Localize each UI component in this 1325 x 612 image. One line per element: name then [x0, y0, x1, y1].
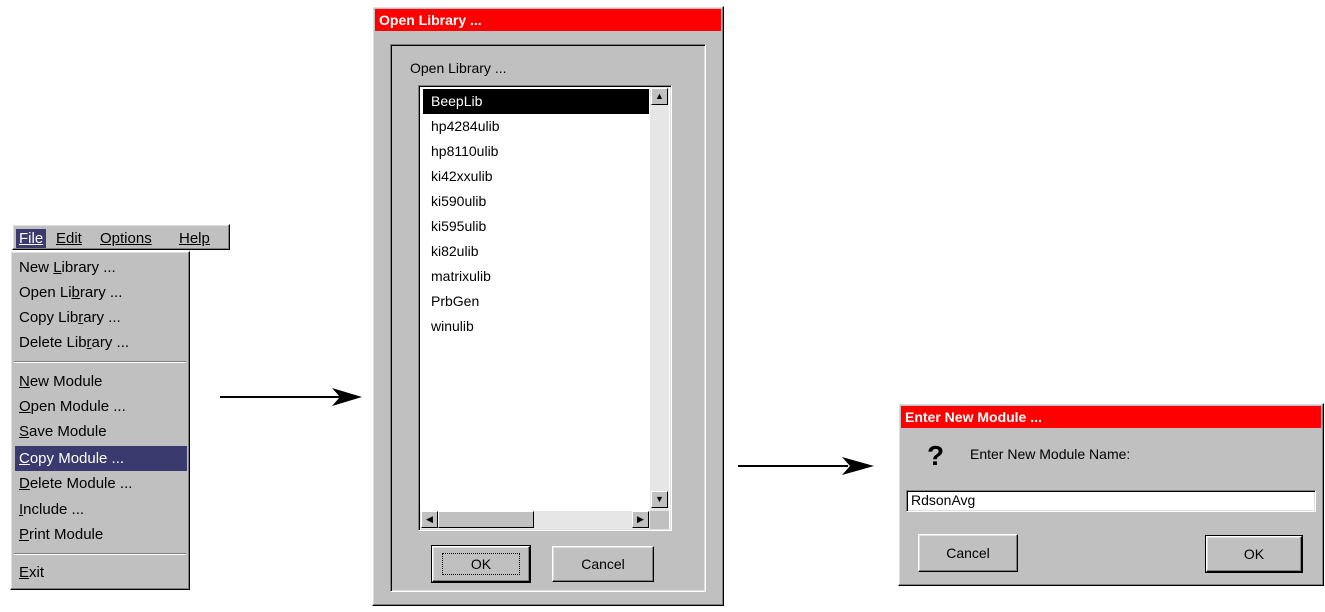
list-item[interactable]: matrixulib — [423, 264, 649, 289]
vertical-scrollbar[interactable] — [650, 87, 669, 511]
list-item[interactable]: hp4284ulib — [423, 114, 649, 139]
menu-item-new-module[interactable]: New Module — [15, 369, 187, 394]
module-name-input[interactable]: RdsonAvg — [906, 490, 1316, 512]
menu-item-copy-module[interactable]: Copy Module ... — [15, 446, 187, 471]
library-list[interactable]: BeepLib hp4284ulib hp8110ulib ki42xxulib… — [418, 85, 672, 531]
file-menu-dropdown: New Library ... Open Library ... Copy Li… — [10, 251, 190, 590]
arrow-right-icon — [332, 388, 362, 406]
menu-item-open-module[interactable]: Open Module ... — [15, 394, 187, 419]
dialog-title-bar: Enter New Module ... — [901, 406, 1321, 428]
cancel-button[interactable]: Cancel — [918, 534, 1018, 572]
menu-item-include[interactable]: Include ... — [15, 497, 187, 522]
list-item[interactable]: hp8110ulib — [423, 139, 649, 164]
scroll-corner — [650, 511, 669, 529]
ok-button-label: OK — [441, 553, 521, 575]
menu-item-save-module[interactable]: Save Module — [15, 419, 187, 444]
menu-item-print-module[interactable]: Print Module — [15, 522, 187, 547]
menu-file[interactable]: File — [16, 229, 47, 248]
module-name-prompt: Enter New Module Name: — [970, 446, 1131, 462]
question-icon: ? — [927, 440, 945, 471]
scroll-right-icon[interactable]: ▶ — [632, 511, 649, 528]
menu-edit[interactable]: Edit — [53, 229, 85, 248]
ok-button[interactable]: OK — [431, 545, 531, 583]
menu-item-new-library[interactable]: New Library ... — [15, 255, 187, 280]
menu-help-label: Help — [179, 230, 210, 247]
list-item[interactable]: ki82ulib — [423, 239, 649, 264]
menu-item-copy-library[interactable]: Copy Library ... — [15, 305, 187, 330]
menu-bar: File Edit Options Help — [12, 224, 230, 250]
cancel-button[interactable]: Cancel — [552, 546, 654, 582]
flow-arrow-line — [220, 396, 340, 398]
menu-item-open-library[interactable]: Open Library ... — [15, 280, 187, 305]
list-item[interactable]: ki590ulib — [423, 189, 649, 214]
menu-edit-label: Edit — [56, 230, 82, 247]
arrow-right-icon — [842, 457, 874, 475]
list-item[interactable]: BeepLib — [423, 89, 649, 114]
scroll-down-icon[interactable]: ▼ — [651, 491, 668, 508]
list-item[interactable]: PrbGen — [423, 289, 649, 314]
menu-item-delete-library[interactable]: Delete Library ... — [15, 330, 187, 355]
open-library-label: Open Library ... — [410, 60, 507, 76]
list-item[interactable]: winulib — [423, 314, 649, 339]
ok-button[interactable]: OK — [1205, 535, 1303, 573]
scroll-left-icon[interactable]: ◀ — [421, 511, 438, 528]
list-item[interactable]: ki595ulib — [423, 214, 649, 239]
scroll-up-icon[interactable]: ▲ — [651, 88, 668, 105]
menu-help[interactable]: Help — [176, 229, 213, 248]
menu-separator — [14, 553, 186, 555]
horizontal-scroll-thumb[interactable] — [438, 511, 534, 528]
list-item[interactable]: ki42xxulib — [423, 164, 649, 189]
flow-arrow-line — [738, 465, 848, 467]
menu-options-label: Options — [100, 230, 152, 247]
menu-options[interactable]: Options — [97, 229, 155, 248]
menu-separator — [14, 361, 186, 363]
menu-item-delete-module[interactable]: Delete Module ... — [15, 471, 187, 496]
menu-item-exit[interactable]: Exit — [15, 560, 187, 585]
dialog-title-bar: Open Library ... — [375, 9, 721, 31]
